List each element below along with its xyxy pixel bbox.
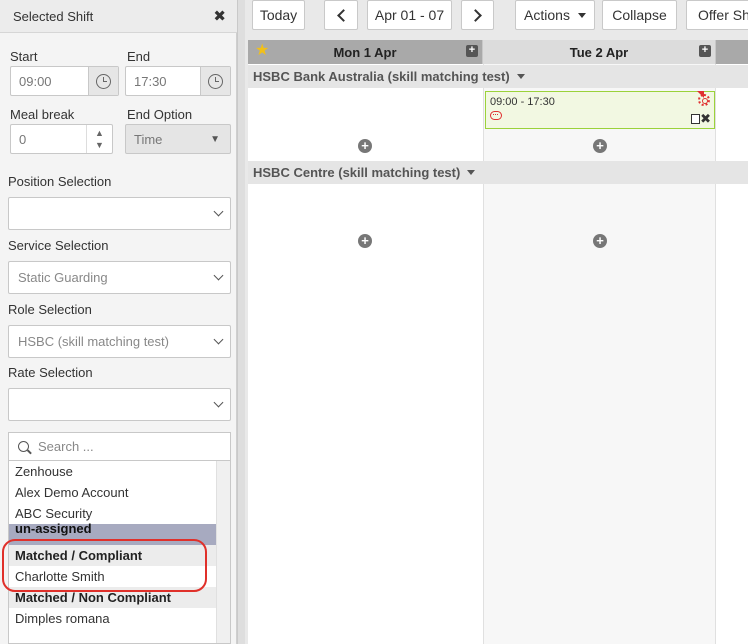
add-shift-icon[interactable]: + [358,234,372,248]
selected-shift-panel: Selected Shift ✖ Start 09:00 End 17:30 M… [0,0,237,644]
end-time-value: 17:30 [134,73,167,89]
role-selection-label: Role Selection [8,302,92,317]
service-select[interactable]: Static Guarding [8,261,231,294]
end-clock-button[interactable] [200,67,230,95]
staff-list: Zenhouse Alex Demo Account ABC Security un-… [8,461,231,644]
list-item[interactable]: un-assigned [9,521,217,545]
list-item[interactable]: Alex Demo Account [9,482,217,503]
rate-select[interactable] [8,388,231,421]
site-name: HSBC Centre (skill matching test) [253,165,461,180]
caret-down-icon: ▼ [210,133,220,145]
expand-plus-icon[interactable]: + [699,45,711,57]
tuesday-column [483,40,716,644]
list-item-label: ABC Security [15,506,93,521]
caret-down-icon [577,12,586,18]
search-icon [18,441,29,452]
end-label: End [127,49,151,64]
comment-icon[interactable] [490,111,502,120]
offer-shifts-button[interactable]: Offer Shi [686,0,748,30]
end-time-field[interactable]: 17:30 [125,66,231,96]
list-group-header: Matched / Compliant [9,545,217,566]
shift-card[interactable]: 09:00 - 17:30 ✖ [485,91,715,129]
shift-time: 09:00 - 17:30 [490,96,555,108]
stepper-up-icon[interactable]: ▲ [95,127,104,139]
panel-header: Selected Shift ✖ [0,0,237,33]
prev-week-button[interactable] [324,0,358,30]
list-scrollbar[interactable] [216,461,230,643]
site-row[interactable]: HSBC Bank Australia (skill matching test… [248,65,748,88]
role-select-value: HSBC (skill matching test) [18,334,169,349]
service-select-value: Static Guarding [18,270,108,285]
meal-break-label: Meal break [10,107,75,122]
meal-break-stepper[interactable]: 0 ▲ ▼ [10,124,113,154]
start-label: Start [10,49,38,64]
day-header-mon[interactable]: ★ Mon 1 Apr + [248,40,483,64]
list-item-label: un-assigned [15,521,92,536]
chevron-right-icon [469,8,482,22]
clock-icon [208,73,223,89]
site-name: HSBC Bank Australia (skill matching test… [253,69,510,84]
site-row[interactable]: HSBC Centre (skill matching test) [248,161,748,184]
list-item-label: Matched / Compliant [15,548,143,563]
search-placeholder: Search ... [38,439,94,454]
end-option-value: Time [134,131,163,147]
date-range-button[interactable]: Apr 01 - 07 [367,0,452,30]
position-select[interactable] [8,197,231,230]
stepper-down-icon[interactable]: ▼ [95,139,104,151]
chevron-down-icon [213,334,224,345]
list-item-label: Dimples romana [15,611,110,626]
add-shift-icon[interactable]: + [593,234,607,248]
panel-title: Selected Shift [13,8,94,24]
copy-icon[interactable] [688,111,700,124]
day-label: Mon 1 Apr [333,44,397,60]
clock-icon [96,73,111,89]
list-item[interactable]: Charlotte Smith [9,566,217,587]
caret-down-icon [516,74,525,79]
rate-selection-label: Rate Selection [8,365,93,380]
chevron-down-icon [213,397,224,408]
end-option-select: Time ▼ [125,124,231,154]
start-clock-button[interactable] [88,67,118,95]
stepper-arrows[interactable]: ▲ ▼ [86,125,112,153]
meal-break-value: 0 [19,131,27,147]
expand-plus-icon[interactable]: + [466,45,478,57]
delete-icon[interactable]: ✖ [700,111,711,127]
today-button[interactable]: Today [252,0,305,30]
add-shift-icon[interactable]: + [593,139,607,153]
chevron-left-icon [336,8,350,22]
star-icon[interactable]: ★ [255,43,269,59]
toolbar: Today Apr 01 - 07 Actions Collapse Offer… [245,0,748,33]
close-icon[interactable]: ✖ [213,7,226,25]
next-week-button[interactable] [461,0,494,30]
service-selection-label: Service Selection [8,238,109,253]
collapse-button[interactable]: Collapse [602,0,677,30]
list-item[interactable]: Zenhouse [9,461,217,482]
caret-down-icon [467,170,476,175]
list-item[interactable]: Dimples romana [9,608,217,629]
day-header-tue[interactable]: Tue 2 Apr + [483,40,716,64]
list-item-label: Matched / Non Compliant [15,590,171,605]
list-item-label: Alex Demo Account [15,485,129,500]
list-group-header: Matched / Non Compliant [9,587,217,608]
gear-icon[interactable] [698,94,710,106]
actions-label: Actions [524,7,570,23]
chevron-down-icon [213,206,224,217]
start-time-value: 09:00 [19,73,52,89]
day-header-wed[interactable] [716,40,748,64]
start-time-field[interactable]: 09:00 [10,66,119,96]
staff-list-items: Zenhouse Alex Demo Account ABC Security un-… [9,461,217,629]
search-input[interactable]: Search ... [8,432,231,461]
day-label: Tue 2 Apr [569,44,629,60]
end-option-label: End Option [127,107,193,122]
panel-scrollbar[interactable] [237,0,245,644]
list-item-label: Zenhouse [15,464,73,479]
calendar-grid: ★ Mon 1 Apr + Tue 2 Apr + HSBC Bank Aust… [248,40,748,644]
actions-dropdown[interactable]: Actions [515,0,595,30]
add-shift-icon[interactable]: + [358,139,372,153]
role-select[interactable]: HSBC (skill matching test) [8,325,231,358]
position-selection-label: Position Selection [8,174,112,189]
chevron-down-icon [213,270,224,281]
list-item-label: Charlotte Smith [15,569,105,584]
